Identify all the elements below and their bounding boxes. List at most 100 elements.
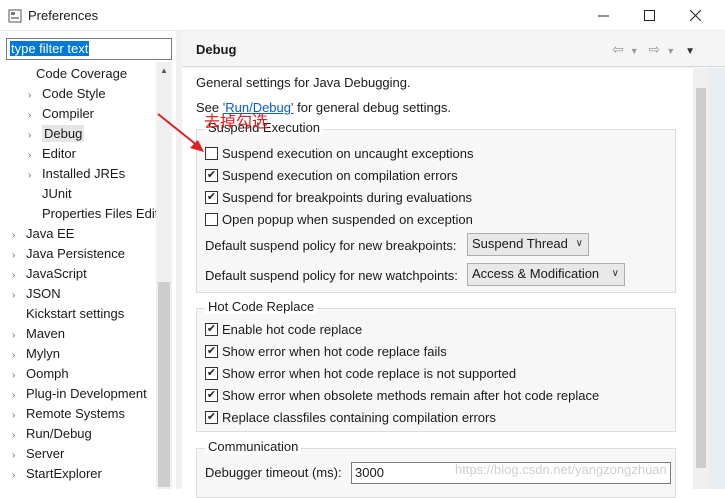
watchpoint-policy-select[interactable]: Access & Modification ∨ (467, 263, 625, 286)
tree-item-remote-systems[interactable]: › Remote Systems (12, 404, 125, 424)
tree-item-label: Debug (42, 125, 85, 142)
show-error-obsolete-methods-option[interactable]: ✔ Show error when obsolete methods remain… (205, 386, 599, 404)
tree-item-properties-files-editor[interactable]: Properties Files Edit (42, 204, 156, 224)
suspend-compilation-errors-option[interactable]: ✔ Suspend execution on compilation errors (205, 166, 458, 184)
tree-item-label: Java Persistence (26, 246, 125, 261)
checkbox[interactable]: ✔ (205, 388, 218, 402)
tree-item-code-coverage[interactable]: ❯Code Coverage (22, 64, 127, 84)
window-title: Preferences (28, 8, 99, 23)
tree-item-javascript[interactable]: › JavaScript (12, 264, 87, 284)
chevron-right-icon[interactable]: › (28, 106, 38, 126)
tree-item-startexplorer[interactable]: › StartExplorer (12, 464, 102, 484)
tree-item-label: Kickstart settings (26, 306, 125, 321)
checkbox[interactable]: ✔ (205, 190, 218, 204)
view-menu-icon[interactable]: ▼ (685, 46, 695, 57)
filter-input[interactable]: type filter text (6, 38, 172, 60)
chevron-right-icon[interactable]: › (28, 146, 38, 166)
tree-item-label: Oomph (26, 366, 69, 381)
watermark: https://blog.csdn.net/yangzongzhuan (455, 462, 667, 477)
chevron-right-icon[interactable]: › (12, 226, 22, 246)
forward-arrow-icon[interactable]: ⇨ (649, 41, 661, 57)
tree-item-json[interactable]: › JSON (12, 284, 61, 304)
chevron-right-icon[interactable]: › (12, 466, 22, 486)
checkbox[interactable] (205, 212, 218, 226)
tree-item-label: Compiler (42, 106, 95, 121)
annotation-arrow-icon (157, 113, 204, 152)
maximize-button[interactable] (626, 0, 672, 31)
chevron-right-icon[interactable]: › (12, 406, 22, 426)
tree-item-maven[interactable]: › Maven (12, 324, 65, 344)
chevron-right-icon[interactable]: › (28, 86, 38, 106)
tree-item-installed-jres[interactable]: › Installed JREs (28, 164, 125, 184)
general-description: General settings for Java Debugging. (196, 75, 411, 90)
option-label: Open popup when suspended on exception (222, 211, 473, 227)
forward-dropdown-icon[interactable]: ▼ (666, 46, 675, 56)
tree-item-server[interactable]: › Server (12, 444, 64, 464)
tree-item-editor[interactable]: › Editor (28, 144, 76, 164)
tree-item-kickstart-settings[interactable]: Kickstart settings (26, 304, 124, 324)
group-title: Hot Code Replace (205, 299, 318, 314)
content-scrollbar[interactable] (693, 68, 709, 489)
tree-item-debug[interactable]: › Debug (28, 124, 85, 146)
debugger-timeout-label: Debugger timeout (ms): (205, 465, 342, 480)
checkbox[interactable]: ✔ (205, 344, 218, 358)
tree-item-java-persistence[interactable]: › Java Persistence (12, 244, 125, 264)
see-suffix: for general debug settings. (293, 100, 452, 115)
tree-item-junit[interactable]: JUnit (42, 184, 72, 204)
tree-item-java-ee[interactable]: › Java EE (12, 224, 74, 244)
minimize-button[interactable] (580, 0, 626, 31)
chevron-right-icon[interactable]: › (28, 166, 38, 186)
tree-scrollbar-thumb[interactable] (158, 282, 170, 487)
show-error-hcr-not-supported-option[interactable]: ✔ Show error when hot code replace is not… (205, 364, 516, 382)
open-popup-on-exception-option[interactable]: Open popup when suspended on exception (205, 210, 473, 228)
checkbox[interactable]: ✔ (205, 410, 218, 424)
suspend-breakpoints-evaluations-option[interactable]: ✔ Suspend for breakpoints during evaluati… (205, 188, 472, 206)
checkbox[interactable]: ✔ (205, 168, 218, 182)
chevron-right-icon[interactable]: › (28, 126, 38, 146)
annotation-text: 去掉勾选 (204, 112, 269, 131)
title-bar: Preferences (0, 0, 725, 31)
chevron-right-icon[interactable]: › (12, 286, 22, 306)
tree-item-label: StartExplorer (26, 466, 102, 481)
tree-item-label: Editor (42, 146, 76, 161)
suspend-uncaught-exceptions-option[interactable]: Suspend execution on uncaught exceptions (205, 144, 474, 162)
tree-item-code-style[interactable]: › Code Style (28, 84, 106, 104)
content-scrollbar-thumb[interactable] (696, 88, 706, 468)
option-label: Enable hot code replace (222, 321, 363, 337)
chevron-down-icon: ∨ (611, 268, 619, 279)
checkbox[interactable]: ✔ (205, 366, 218, 380)
tree-item-oomph[interactable]: › Oomph (12, 364, 69, 384)
debug-settings-pane: Debug ⇦ ▼ ⇨ ▼ ▼ General settings for Java … (182, 31, 725, 498)
show-error-hcr-fails-option[interactable]: ✔ Show error when hot code replace fails (205, 342, 447, 360)
eclipse-app-icon (8, 9, 22, 23)
option-label: Show error when obsolete methods remain … (222, 387, 600, 403)
group-title: Communication (205, 439, 302, 454)
chevron-right-icon[interactable]: › (12, 366, 22, 386)
option-label: Suspend for breakpoints during evaluatio… (222, 189, 473, 205)
filter-input-text: type filter text (10, 41, 90, 56)
chevron-right-icon[interactable]: › (12, 266, 22, 286)
close-button[interactable] (672, 0, 718, 31)
back-arrow-icon[interactable]: ⇦ (612, 41, 624, 57)
back-dropdown-icon[interactable]: ▼ (630, 46, 639, 56)
hot-code-replace-group: Hot Code Replace ✔ Enable hot code replac… (196, 299, 676, 432)
scroll-up-arrow-icon[interactable]: ▲ (160, 66, 168, 75)
chevron-right-icon[interactable]: › (12, 386, 22, 406)
tree-item-run-debug[interactable]: › Run/Debug (12, 424, 92, 444)
chevron-right-icon[interactable]: › (12, 326, 22, 346)
chevron-right-icon[interactable]: › (12, 446, 22, 466)
tree-item-label: JSON (26, 286, 61, 301)
page-title: Debug (196, 42, 237, 57)
tree-item-compiler[interactable]: › Compiler (28, 104, 94, 124)
enable-hot-code-replace-option[interactable]: ✔ Enable hot code replace (205, 320, 362, 338)
chevron-right-icon[interactable]: › (12, 346, 22, 366)
breakpoint-policy-select[interactable]: Suspend Thread ∨ (467, 233, 589, 256)
chevron-right-icon[interactable]: › (12, 426, 22, 446)
preferences-tree-pane: type filter text ❯Code Coverage › Code St… (0, 31, 176, 489)
replace-classfiles-option[interactable]: ✔ Replace classfiles containing compilati… (205, 408, 496, 426)
tree-item-mylyn[interactable]: › Mylyn (12, 344, 60, 364)
tree-item-plug-in-development[interactable]: › Plug-in Development (12, 384, 147, 404)
chevron-right-icon[interactable]: › (12, 246, 22, 266)
checkbox[interactable]: ✔ (205, 322, 218, 336)
option-label: Replace classfiles containing compilatio… (222, 409, 496, 425)
